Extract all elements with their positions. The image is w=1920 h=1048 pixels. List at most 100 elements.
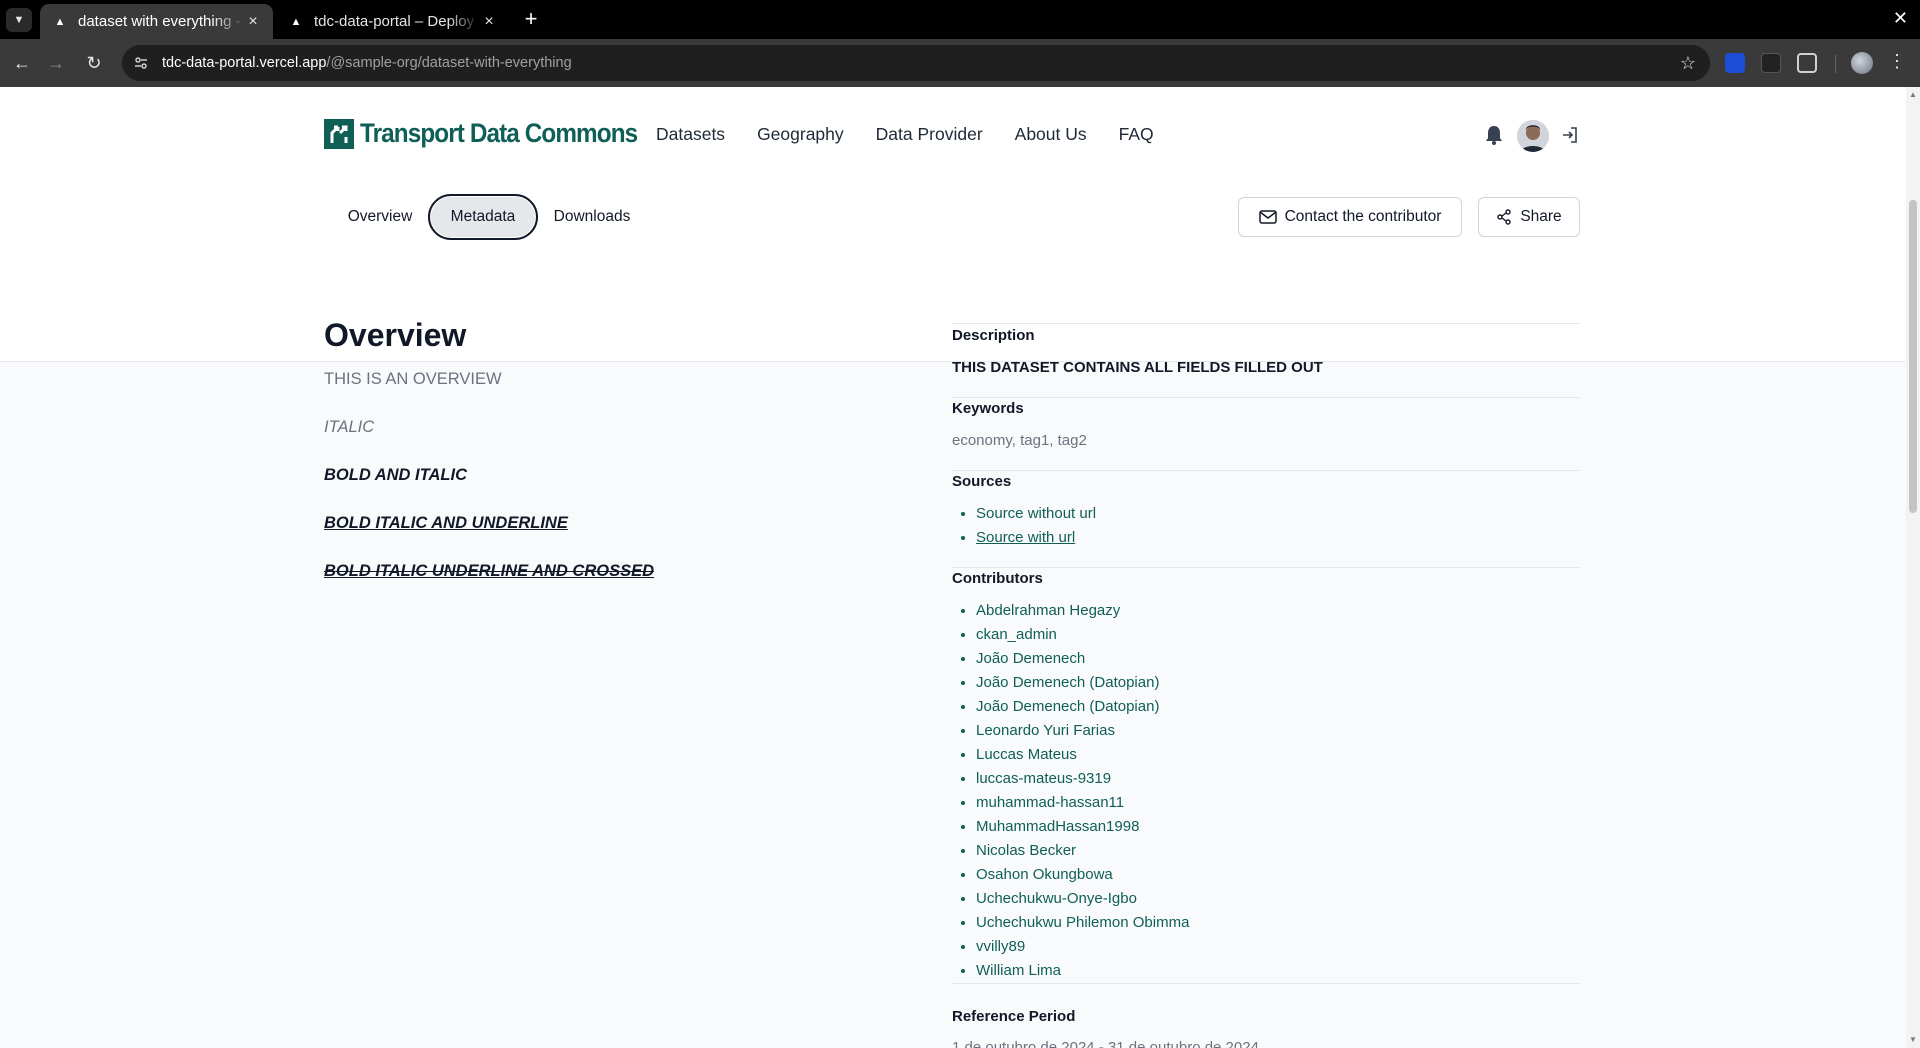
user-avatar[interactable] <box>1517 120 1549 152</box>
contact-contributor-label: Contact the contributor <box>1284 208 1442 225</box>
browser-menu-icon[interactable]: ⋮ <box>1888 51 1906 72</box>
tab-downloads[interactable]: Downloads <box>546 194 638 240</box>
contributor-link[interactable]: luccas-mateus-9319 <box>976 770 1111 787</box>
nav-geography[interactable]: Geography <box>757 124 844 145</box>
window-close-icon[interactable]: ✕ <box>1893 8 1908 29</box>
logo-text: Transport Data Commons <box>360 118 638 148</box>
list-item: luccas-mateus-9319 <box>976 769 1189 793</box>
reload-icon[interactable]: ↻ <box>82 51 106 75</box>
sources-section <box>952 470 1580 471</box>
browser-tab-title: dataset with everything - <box>78 13 241 30</box>
keywords-section <box>952 397 1580 398</box>
contributor-link[interactable]: MuhammadHassan1998 <box>976 818 1139 835</box>
keywords-label: Keywords <box>952 400 1024 417</box>
list-item: vvilly89 <box>976 937 1189 961</box>
browser-toolbar: ← → ↻ tdc-data-portal.vercel.app/@sample… <box>0 39 1920 87</box>
page-scrollbar[interactable]: ▲ ▼ <box>1906 87 1920 1048</box>
bookmark-star-icon[interactable]: ☆ <box>1680 53 1696 74</box>
back-arrow-icon[interactable]: ← <box>10 51 34 75</box>
description-label: Description <box>952 327 1035 344</box>
metadata-content <box>0 362 1906 1048</box>
list-item: Leonardo Yuri Farias <box>976 721 1189 745</box>
list-item: Uchechukwu-Onye-Igbo <box>976 889 1189 913</box>
source-link[interactable]: Source with url <box>976 529 1075 546</box>
contributor-link[interactable]: vvilly89 <box>976 938 1025 955</box>
share-button[interactable]: Share <box>1478 197 1580 237</box>
url-path: /@sample-org/dataset-with-everything <box>326 55 572 71</box>
nav-faq[interactable]: FAQ <box>1119 124 1154 145</box>
close-icon[interactable]: × <box>481 13 497 30</box>
reference-period-label: Reference Period <box>952 1008 1076 1025</box>
toolbar-divider <box>1835 55 1836 73</box>
logout-icon[interactable] <box>1561 126 1579 144</box>
site-info-icon[interactable] <box>132 54 150 72</box>
contributors-section <box>952 567 1580 568</box>
contributor-link[interactable]: muhammad-hassan11 <box>976 794 1124 811</box>
list-item: Source with url <box>976 528 1096 552</box>
new-tab-plus-icon[interactable]: + <box>520 8 542 31</box>
scroll-down-arrow-icon[interactable]: ▼ <box>1909 1036 1917 1044</box>
description-value: THIS DATASET CONTAINS ALL FIELDS FILLED … <box>952 359 1323 376</box>
sources-label: Sources <box>952 473 1012 490</box>
list-item: Uchechukwu Philemon Obimma <box>976 913 1189 937</box>
list-item: William Lima <box>976 961 1189 985</box>
extensions-puzzle-icon[interactable] <box>1797 53 1817 73</box>
contributor-link[interactable]: William Lima <box>976 962 1061 979</box>
overview-bold-italic-underline-text: BOLD ITALIC AND UNDERLINE <box>324 514 568 532</box>
site-header: Transport Data Commons Datasets Geograph… <box>0 87 1906 187</box>
extension-shield-icon[interactable] <box>1725 53 1745 73</box>
contributor-link[interactable]: Uchechukwu Philemon Obimma <box>976 914 1189 931</box>
notification-bell-icon[interactable] <box>1485 125 1503 145</box>
site-logo[interactable]: Transport Data Commons <box>324 118 668 149</box>
contributor-link[interactable]: ckan_admin <box>976 626 1057 643</box>
share-icon <box>1497 209 1512 225</box>
mail-icon <box>1258 210 1277 224</box>
contributor-link[interactable]: João Demenech (Datopian) <box>976 674 1159 691</box>
tab-overview[interactable]: Overview <box>330 194 430 240</box>
sources-list: Source without url Source with url <box>976 504 1096 552</box>
close-icon[interactable]: × <box>245 13 261 30</box>
contributor-link[interactable]: João Demenech (Datopian) <box>976 698 1159 715</box>
source-link[interactable]: Source without url <box>976 505 1096 522</box>
overview-plain-text: THIS IS AN OVERVIEW <box>324 370 502 388</box>
contributor-link[interactable]: Leonardo Yuri Farias <box>976 722 1115 739</box>
vercel-favicon-icon: ▲ <box>54 15 66 28</box>
contributor-link[interactable]: João Demenech <box>976 650 1085 667</box>
extension-graph-icon[interactable] <box>1761 53 1781 73</box>
contributor-link[interactable]: Abdelrahman Hegazy <box>976 602 1120 619</box>
list-item: ckan_admin <box>976 625 1189 649</box>
nav-datasets[interactable]: Datasets <box>656 124 725 145</box>
contributors-label: Contributors <box>952 570 1043 587</box>
list-item: João Demenech <box>976 649 1189 673</box>
nav-about-us[interactable]: About Us <box>1015 124 1087 145</box>
overview-bold-italic-underline-crossed-text: BOLD ITALIC UNDERLINE AND CROSSED <box>324 562 654 580</box>
contributor-link[interactable]: Osahon Okungbowa <box>976 866 1113 883</box>
tab-metadata[interactable]: Metadata <box>428 194 538 240</box>
reference-period-value: 1 de outubro de 2024 - 31 de outubro de … <box>952 1039 1259 1048</box>
overview-bold-italic-text: BOLD AND ITALIC <box>324 466 467 484</box>
overview-italic-text: ITALIC <box>324 418 375 436</box>
list-item: Abdelrahman Hegazy <box>976 601 1189 625</box>
forward-arrow-icon[interactable]: → <box>44 51 68 75</box>
list-item: Nicolas Becker <box>976 841 1189 865</box>
overview-heading: Overview <box>324 317 467 353</box>
browser-tab-title: tdc-data-portal – Deploy <box>314 13 475 30</box>
browser-tab-active[interactable]: ▲ dataset with everything - × <box>40 4 273 39</box>
main-nav: Datasets Geography Data Provider About U… <box>656 124 1186 145</box>
contributor-link[interactable]: Nicolas Becker <box>976 842 1076 859</box>
scroll-up-arrow-icon[interactable]: ▲ <box>1909 91 1917 99</box>
scrollbar-thumb[interactable] <box>1909 200 1917 513</box>
page-viewport: Transport Data Commons Datasets Geograph… <box>0 87 1906 1048</box>
address-bar[interactable]: tdc-data-portal.vercel.app/@sample-org/d… <box>122 45 1710 81</box>
tab-search-chevron-icon[interactable]: ▼ <box>6 8 32 32</box>
logo-mark-icon <box>324 118 354 149</box>
keywords-value: economy, tag1, tag2 <box>952 432 1087 449</box>
contact-contributor-button[interactable]: Contact the contributor <box>1238 197 1462 237</box>
contributor-link[interactable]: Uchechukwu-Onye-Igbo <box>976 890 1137 907</box>
contributor-link[interactable]: Luccas Mateus <box>976 746 1077 763</box>
nav-data-provider[interactable]: Data Provider <box>876 124 983 145</box>
browser-tab[interactable]: ▲ tdc-data-portal – Deploy × <box>276 4 509 39</box>
profile-avatar-icon[interactable] <box>1851 52 1873 74</box>
list-item: Luccas Mateus <box>976 745 1189 769</box>
list-item: Source without url <box>976 504 1096 528</box>
